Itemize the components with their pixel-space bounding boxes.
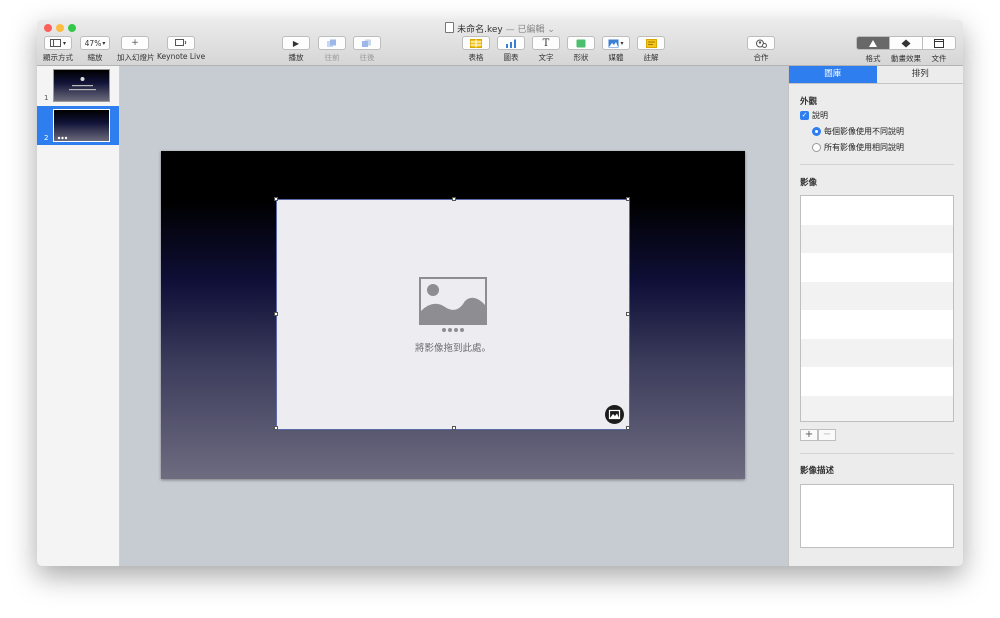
resize-handle[interactable] xyxy=(274,312,278,316)
animate-label: 動畫效果 xyxy=(891,54,921,63)
chevron-down-icon: ⌄ xyxy=(547,25,555,35)
media-browser-icon xyxy=(608,409,621,420)
slide-thumbnail-2[interactable]: 2 xyxy=(37,106,119,145)
radio-same-caption[interactable]: 所有影像使用相同說明 xyxy=(812,142,904,153)
media-browser-button[interactable] xyxy=(605,405,624,424)
resize-handle[interactable] xyxy=(626,426,630,430)
resize-handle[interactable] xyxy=(274,197,278,201)
media-button[interactable]: ▾ 媒體 xyxy=(601,36,631,63)
play-button[interactable]: ▶ 播放 xyxy=(281,36,311,63)
bring-forward-icon xyxy=(327,39,336,47)
image-description-title: 影像描述 xyxy=(800,466,835,476)
apple-logo-icon xyxy=(69,77,96,91)
add-slide-button[interactable]: + 加入幻燈片 xyxy=(117,36,155,63)
keynote-live-icon xyxy=(175,39,187,46)
media-icon xyxy=(608,39,619,47)
keynote-live-button[interactable]: Keynote Live xyxy=(157,36,205,61)
animate-diamond-icon xyxy=(901,39,910,47)
table-button[interactable]: 表格 xyxy=(461,36,491,63)
slide-canvas[interactable]: 將影像拖到此處。 xyxy=(120,66,788,566)
add-image-button[interactable]: + xyxy=(800,429,818,441)
caption-checkbox[interactable]: ✓ xyxy=(800,111,809,120)
resize-handle[interactable] xyxy=(274,426,278,430)
tab-gallery[interactable]: 圖庫 xyxy=(789,66,877,83)
inspector-tabs: 圖庫 排列 xyxy=(789,66,963,84)
shape-icon xyxy=(576,39,586,47)
document-panel-icon xyxy=(934,38,944,48)
plus-icon: + xyxy=(131,38,139,48)
image-gallery-placeholder[interactable]: 將影像拖到此處。 xyxy=(274,197,630,430)
format-inspector: 圖庫 排列 外觀 ✓ 說明 每個影像使用不同說明 所有影像使用相同說明 影像 +… xyxy=(788,66,963,566)
document-label: 文件 xyxy=(931,54,947,63)
table-icon xyxy=(470,38,482,48)
text-button[interactable]: T 文字 xyxy=(531,36,561,63)
caption-checkbox-row[interactable]: ✓ 說明 xyxy=(800,110,828,121)
image-placeholder-icon xyxy=(419,277,487,325)
tab-arrange[interactable]: 排列 xyxy=(876,66,963,83)
appearance-title: 外觀 xyxy=(800,97,818,107)
chevron-down-icon: ▾ xyxy=(620,39,624,47)
shape-button[interactable]: 形狀 xyxy=(566,36,596,63)
resize-handle[interactable] xyxy=(626,312,630,316)
image-list[interactable] xyxy=(800,195,954,422)
radio-button[interactable] xyxy=(812,143,821,152)
placeholder-dots-icon xyxy=(57,136,68,140)
radio-button[interactable] xyxy=(812,127,821,136)
resize-handle[interactable] xyxy=(626,197,630,201)
format-label: 格式 xyxy=(865,54,881,63)
inspector-segmented-control xyxy=(856,36,956,50)
slide[interactable]: 將影像拖到此處。 xyxy=(161,151,745,479)
radio-different-captions[interactable]: 每個影像使用不同說明 xyxy=(812,126,904,137)
keynote-window: 未命名.key — 已編輯 ⌄ ▾ 顯示方式 47% ▾ 縮放 + 加入幻燈片 xyxy=(37,20,963,566)
zoom-button[interactable]: 47% ▾ 縮放 xyxy=(78,36,112,63)
slide-preview xyxy=(53,69,110,102)
send-backward-button[interactable]: 往後 xyxy=(352,36,382,63)
collaborate-icon xyxy=(756,39,767,48)
sidebar-layout-icon xyxy=(49,39,61,47)
toolbar: 未命名.key — 已編輯 ⌄ ▾ 顯示方式 47% ▾ 縮放 + 加入幻燈片 xyxy=(37,20,963,66)
view-button[interactable]: ▾ 顯示方式 xyxy=(40,36,76,63)
comment-icon xyxy=(645,38,657,48)
document-icon xyxy=(445,22,455,33)
resize-handle[interactable] xyxy=(452,197,456,201)
paintbrush-icon xyxy=(869,39,877,47)
collaborate-button[interactable]: 合作 xyxy=(746,36,776,63)
remove-image-button[interactable]: − xyxy=(818,429,836,441)
image-description-field[interactable] xyxy=(800,484,954,548)
slide-preview xyxy=(53,109,110,142)
resize-handle[interactable] xyxy=(452,426,456,430)
chevron-down-icon: ▾ xyxy=(102,39,106,47)
divider xyxy=(800,453,954,454)
slide-navigator: 1 2 xyxy=(37,66,120,566)
chart-button[interactable]: 圖表 xyxy=(496,36,526,63)
chart-icon xyxy=(506,39,516,48)
pagination-dots xyxy=(442,328,464,332)
text-icon: T xyxy=(542,37,550,49)
bring-forward-button[interactable]: 往前 xyxy=(317,36,347,63)
drop-image-hint: 將影像拖到此處。 xyxy=(414,343,491,354)
format-button[interactable] xyxy=(857,37,890,49)
send-backward-icon xyxy=(362,39,371,47)
animate-button[interactable] xyxy=(890,37,923,49)
slide-thumbnail-1[interactable]: 1 xyxy=(37,66,119,105)
chevron-down-icon: ▾ xyxy=(62,39,66,47)
document-button[interactable] xyxy=(923,37,955,49)
window-title[interactable]: 未命名.key — 已編輯 ⌄ xyxy=(37,22,963,35)
divider xyxy=(800,164,954,165)
play-icon: ▶ xyxy=(292,38,300,48)
images-title: 影像 xyxy=(800,178,818,188)
comment-button[interactable]: 註解 xyxy=(636,36,666,63)
